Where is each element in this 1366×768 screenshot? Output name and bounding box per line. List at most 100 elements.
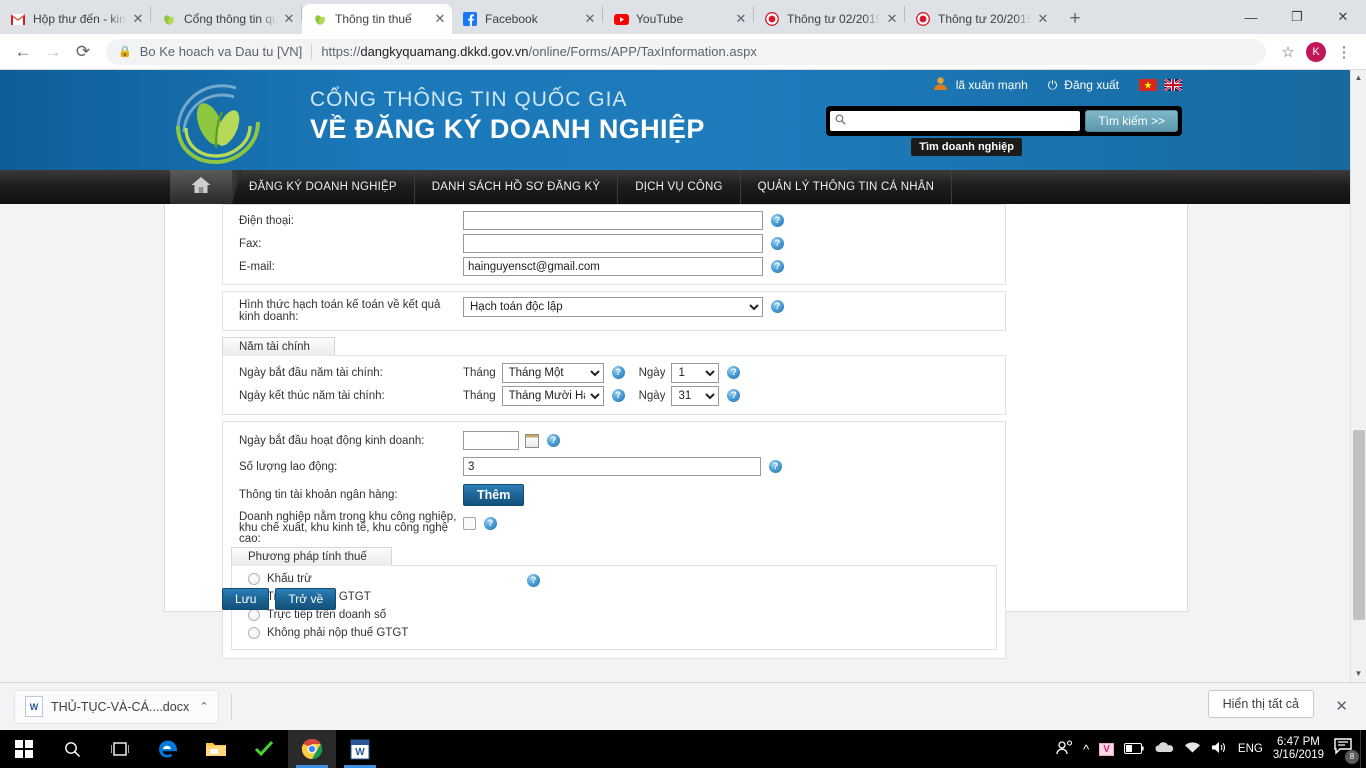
people-icon[interactable]	[1056, 740, 1073, 758]
add-bank-account-button[interactable]: Thêm	[463, 484, 525, 506]
avatar[interactable]: K	[1302, 38, 1330, 66]
help-icon[interactable]: ?	[727, 366, 741, 379]
minimize-icon[interactable]: —	[1228, 0, 1274, 34]
reload-icon[interactable]: ⟳	[68, 37, 98, 67]
tax-method-option-2[interactable]: Trực tiếp trên doanh số	[232, 606, 996, 624]
save-button[interactable]: Lưu	[222, 588, 270, 610]
tax-method-option-1[interactable]: Trực tiếp trên GTGT	[232, 588, 996, 606]
chrome-menu-icon[interactable]: ⋮	[1330, 38, 1358, 66]
browser-tab-4[interactable]: YouTube ✕	[603, 4, 753, 34]
help-icon[interactable]: ?	[611, 389, 625, 402]
maximize-icon[interactable]: ❐	[1274, 0, 1320, 34]
accounting-method-select[interactable]: Hạch toán độc lập	[463, 297, 763, 317]
flag-uk-icon[interactable]	[1163, 78, 1183, 92]
browser-tab-2-active[interactable]: Thông tin thuế ✕	[302, 4, 452, 34]
tax-method-option-0[interactable]: Khấu trừ	[232, 570, 996, 588]
help-icon[interactable]: ?	[769, 460, 782, 473]
phone-input[interactable]	[463, 211, 763, 230]
row-business-start-date: Ngày bắt đầu hoạt động kinh doanh: ?	[223, 429, 1005, 452]
show-desktop-button[interactable]	[1360, 730, 1366, 768]
tax-method-option-3[interactable]: Không phải nộp thuế GTGT	[232, 624, 996, 642]
show-all-downloads-button[interactable]: Hiển thị tất cả	[1207, 690, 1314, 718]
new-tab-button[interactable]: +	[1061, 5, 1089, 33]
back-button[interactable]: Trở về	[275, 588, 337, 610]
calendar-icon[interactable]	[525, 433, 539, 448]
close-icon[interactable]: ✕	[884, 11, 900, 27]
scrollbar-thumb[interactable]	[1353, 430, 1365, 620]
email-input[interactable]	[463, 257, 763, 276]
check-icon[interactable]	[240, 730, 288, 768]
battery-icon[interactable]	[1123, 742, 1144, 757]
address-bar[interactable]: 🔒 Bo Ke hoach va Dau tu [VN] https://dan…	[106, 38, 1266, 65]
browser-tab-6[interactable]: Thông tư 20/2015 ✕	[905, 4, 1055, 34]
v-app-icon[interactable]: V	[1099, 742, 1114, 756]
nav-item-dang-ky-doanh-nghiep[interactable]: ĐĂNG KÝ DOANH NGHIỆP	[232, 170, 415, 204]
fiscal-start-day-select[interactable]: 1	[671, 362, 720, 383]
close-icon[interactable]: ✕	[582, 11, 598, 27]
search-input-wrapper[interactable]	[830, 111, 1081, 131]
nav-home-button[interactable]	[170, 170, 232, 204]
radio-icon[interactable]	[248, 573, 260, 585]
fax-input[interactable]	[463, 234, 763, 253]
browser-tab-0[interactable]: Hộp thư đến - kim ✕	[0, 4, 150, 34]
help-icon[interactable]: ?	[527, 574, 540, 587]
nav-item-dich-vu-cong[interactable]: DỊCH VỤ CÔNG	[618, 170, 741, 204]
word-icon[interactable]: W	[336, 730, 384, 768]
industrial-zone-checkbox[interactable]	[463, 517, 476, 530]
nav-item-quan-ly-thong-tin-ca-nhan[interactable]: QUẢN LÝ THÔNG TIN CÁ NHÂN	[741, 170, 953, 204]
site-navbar: ĐĂNG KÝ DOANH NGHIỆP DANH SÁCH HỒ SƠ ĐĂN…	[0, 170, 1350, 204]
search-button[interactable]: Tìm kiếm >>	[1085, 110, 1178, 132]
business-start-date-input[interactable]	[463, 431, 519, 450]
scroll-up-arrow-icon[interactable]: ▲	[1351, 70, 1366, 86]
close-window-icon[interactable]: ✕	[1320, 0, 1366, 34]
language-indicator[interactable]: ENG	[1238, 743, 1263, 755]
radio-icon[interactable]	[248, 627, 260, 639]
tray-chevron-up-icon[interactable]: ^	[1083, 742, 1089, 757]
notification-center-icon[interactable]: 8	[1334, 738, 1359, 764]
wifi-icon[interactable]	[1184, 741, 1201, 757]
taskbar-search-icon[interactable]	[48, 730, 96, 768]
edge-icon[interactable]	[144, 730, 192, 768]
nav-item-danh-sach-ho-so[interactable]: DANH SÁCH HỒ SƠ ĐĂNG KÝ	[415, 170, 619, 204]
page-scrollbar[interactable]: ▲ ▼	[1350, 70, 1366, 682]
fiscal-end-day-select[interactable]: 31	[671, 385, 720, 406]
employee-count-input[interactable]	[463, 457, 761, 476]
close-icon[interactable]: ✕	[733, 11, 749, 27]
task-view-icon[interactable]	[96, 730, 144, 768]
help-icon[interactable]: ?	[611, 366, 625, 379]
forward-icon[interactable]: →	[38, 37, 68, 67]
logout-link[interactable]: Đăng xuất	[1064, 78, 1119, 92]
browser-tab-3[interactable]: Facebook ✕	[452, 4, 602, 34]
close-download-bar-icon[interactable]: ✕	[1335, 697, 1348, 715]
help-icon[interactable]: ?	[484, 517, 497, 530]
help-icon[interactable]: ?	[771, 214, 784, 227]
chrome-icon[interactable]	[288, 730, 336, 768]
bookmark-star-icon[interactable]: ☆	[1274, 38, 1302, 66]
clock[interactable]: 6:47 PM 3/16/2019	[1273, 736, 1324, 762]
file-explorer-icon[interactable]	[192, 730, 240, 768]
help-icon[interactable]: ?	[771, 300, 784, 313]
download-item[interactable]: W THỦ-TỤC-VÀ-CÁ....docx ⌃	[14, 689, 220, 724]
search-input[interactable]	[846, 114, 1076, 128]
close-icon[interactable]: ✕	[432, 11, 448, 27]
browser-tab-1[interactable]: Cổng thông tin qu ✕	[151, 4, 301, 34]
help-icon[interactable]: ?	[727, 389, 741, 402]
power-icon[interactable]: ⏻	[1048, 78, 1058, 93]
windows-start-icon[interactable]	[0, 730, 48, 768]
chevron-up-icon[interactable]: ⌃	[199, 700, 208, 713]
scroll-down-arrow-icon[interactable]: ▼	[1351, 666, 1366, 682]
close-icon[interactable]: ✕	[130, 11, 146, 27]
fiscal-start-month-select[interactable]: Tháng Một	[501, 362, 604, 383]
back-icon[interactable]: ←	[8, 37, 38, 67]
flag-vn-icon[interactable]	[1139, 79, 1157, 91]
help-icon[interactable]: ?	[771, 237, 784, 250]
radio-icon[interactable]	[248, 609, 260, 621]
fiscal-end-month-select[interactable]: Tháng Mười Hai	[501, 385, 604, 406]
browser-tab-5[interactable]: Thông tư 02/2019 ✕	[754, 4, 904, 34]
volume-icon[interactable]	[1211, 741, 1228, 757]
help-icon[interactable]: ?	[547, 434, 560, 447]
onedrive-icon[interactable]	[1154, 741, 1174, 757]
close-icon[interactable]: ✕	[281, 11, 297, 27]
help-icon[interactable]: ?	[771, 260, 784, 273]
close-icon[interactable]: ✕	[1035, 11, 1051, 27]
